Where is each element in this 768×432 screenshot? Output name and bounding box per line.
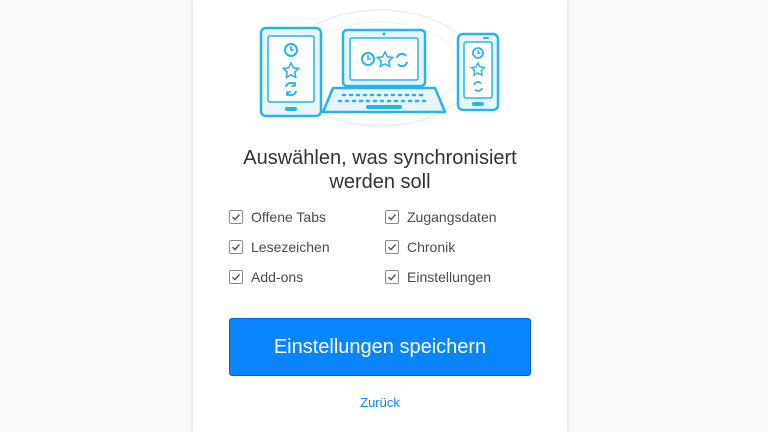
pref-add-ons[interactable]: Add-ons	[229, 268, 385, 286]
pref-label: Lesezeichen	[251, 239, 330, 255]
checkbox-checked-icon[interactable]	[385, 240, 399, 254]
checkbox-checked-icon[interactable]	[229, 210, 243, 224]
pref-offene-tabs[interactable]: Offene Tabs	[229, 208, 385, 226]
pref-label: Einstellungen	[407, 269, 492, 285]
pref-label: Chronik	[407, 239, 456, 255]
laptop-icon	[321, 28, 447, 114]
devices-sync-illustration	[259, 9, 500, 127]
checkbox-checked-icon[interactable]	[385, 210, 399, 224]
page-title-line-2: werden soll	[329, 171, 431, 193]
back-link[interactable]: Zurück	[193, 395, 567, 410]
pref-label: Add-ons	[251, 269, 304, 285]
page-title: Auswählen, was synchronisiert werden sol…	[193, 146, 567, 194]
save-settings-button[interactable]: Einstellungen speichern	[229, 318, 531, 376]
pref-einstellungen[interactable]: Einstellungen	[385, 268, 539, 286]
pref-lesezeichen[interactable]: Lesezeichen	[229, 238, 385, 256]
checkbox-checked-icon[interactable]	[229, 270, 243, 284]
sync-engine-list: Offene Tabs Zugangsdaten Lesezeichen Chr…	[229, 208, 539, 286]
phone-icon	[456, 32, 500, 112]
pref-label: Zugangsdaten	[407, 209, 497, 225]
checkbox-checked-icon[interactable]	[229, 240, 243, 254]
pref-label: Offene Tabs	[251, 209, 326, 225]
pref-chronik[interactable]: Chronik	[385, 238, 539, 256]
pref-zugangsdaten[interactable]: Zugangsdaten	[385, 208, 539, 226]
page-title-line-1: Auswählen, was synchronisiert	[243, 147, 517, 169]
sync-preferences-card: Auswählen, was synchronisiert werden sol…	[193, 0, 567, 432]
tablet-icon	[259, 26, 323, 118]
checkbox-checked-icon[interactable]	[385, 270, 399, 284]
